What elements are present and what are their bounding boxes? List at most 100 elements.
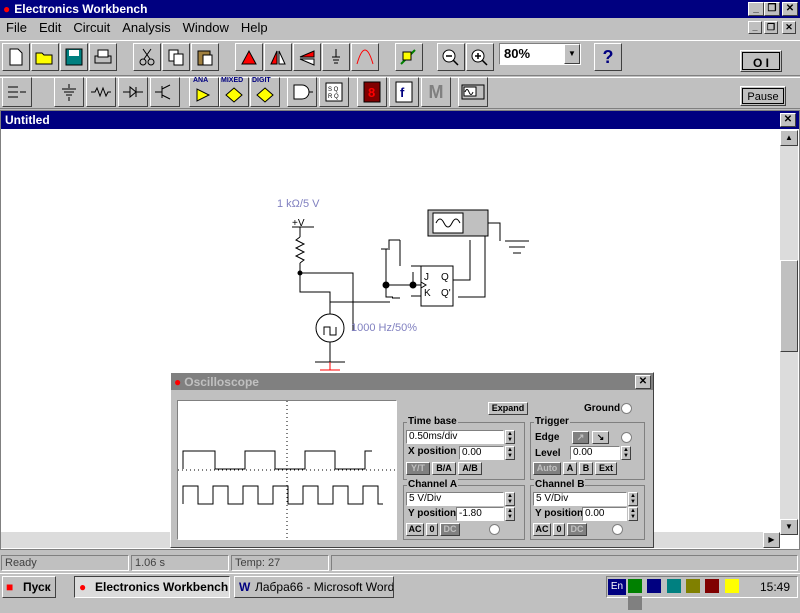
channel-a-scale-field[interactable]: 5 V/Div — [406, 492, 504, 506]
menu-window[interactable]: Window — [177, 18, 235, 38]
scroll-right-button[interactable]: ▶ — [763, 532, 780, 548]
menu-circuit[interactable]: Circuit — [67, 18, 116, 38]
scroll-down-button[interactable]: ▼ — [780, 519, 798, 535]
menu-edit[interactable]: Edit — [33, 18, 67, 38]
menu-file[interactable]: File — [0, 18, 33, 38]
channel-b-zero-button[interactable]: 0 — [553, 523, 565, 536]
flip-vertical-icon[interactable] — [293, 43, 321, 71]
ground-terminal-icon[interactable] — [621, 403, 632, 414]
zoom-in-icon[interactable] — [466, 43, 494, 71]
trigger-b-button[interactable]: B — [579, 462, 593, 475]
rising-edge-icon[interactable]: ↗ — [572, 431, 589, 444]
transistors-bin-icon[interactable] — [150, 77, 180, 107]
trigger-heading: Trigger — [534, 416, 570, 427]
mdi-close-button[interactable]: ✕ — [782, 21, 796, 34]
channel-a-dc-button[interactable]: DC — [440, 523, 460, 536]
time-base-stepper[interactable]: ▲ ▼ — [505, 430, 515, 444]
antivirus-icon[interactable] — [705, 579, 720, 593]
favorites-bin-icon[interactable] — [2, 77, 32, 107]
mdi-restore-button[interactable]: ❐ — [764, 21, 778, 34]
tray-app-icon[interactable] — [628, 596, 642, 610]
indicators-bin-icon[interactable]: 8 — [357, 77, 387, 107]
level-field[interactable]: 0.00 — [570, 446, 620, 460]
paste-clipboard-icon[interactable] — [191, 43, 219, 71]
controls-bin-icon[interactable]: f — [389, 77, 419, 107]
print-icon[interactable] — [89, 43, 117, 71]
pause-button[interactable]: Pause — [740, 86, 786, 106]
instruments-bin-icon[interactable] — [458, 77, 488, 107]
yt-button[interactable]: Y/T — [406, 462, 430, 475]
logic-gates-bin-icon[interactable] — [287, 77, 317, 107]
channel-b-dc-button[interactable]: DC — [567, 523, 587, 536]
trigger-a-button[interactable]: A — [563, 462, 577, 475]
language-indicator[interactable]: En — [608, 579, 626, 595]
ba-button[interactable]: B/A — [432, 462, 456, 475]
trigger-terminal-icon[interactable] — [621, 432, 632, 443]
analog-ics-bin-icon[interactable]: ANA — [189, 77, 219, 107]
zip-icon[interactable] — [628, 579, 642, 593]
circuit-window-close-button[interactable]: ✕ — [780, 113, 796, 127]
basic-bin-icon[interactable] — [86, 77, 116, 107]
flip-horizontal-icon[interactable] — [264, 43, 292, 71]
menu-analysis[interactable]: Analysis — [116, 18, 176, 38]
channel-a-terminal-icon[interactable] — [489, 524, 500, 535]
x-position-stepper[interactable]: ▲ ▼ — [505, 446, 515, 460]
channel-a-y-position-field[interactable]: -1.80 — [456, 507, 504, 521]
diodes-bin-icon[interactable] — [118, 77, 148, 107]
start-button[interactable]: ■ Пуск — [2, 576, 56, 598]
rotate-icon[interactable] — [235, 43, 263, 71]
power-switch[interactable]: O I — [740, 50, 782, 72]
open-folder-icon[interactable] — [31, 43, 59, 71]
time-base-field[interactable]: 0.50ms/div — [406, 430, 504, 444]
minimize-button[interactable]: _ — [748, 2, 764, 16]
help-icon[interactable]: ? — [594, 43, 622, 71]
volume-icon[interactable] — [686, 579, 701, 593]
scheduler-icon[interactable] — [724, 579, 739, 593]
new-file-icon[interactable] — [2, 43, 30, 71]
miscellaneous-bin-icon[interactable]: M — [421, 77, 451, 107]
oscilloscope-close-button[interactable]: ✕ — [635, 375, 651, 389]
close-button[interactable]: ✕ — [782, 2, 798, 16]
channel-b-scale-field[interactable]: 5 V/Div — [533, 492, 627, 506]
save-disk-icon[interactable] — [60, 43, 88, 71]
level-stepper[interactable]: ▲ ▼ — [621, 446, 631, 460]
task-word[interactable]: W Лабра66 - Microsoft Word — [234, 576, 394, 598]
digital-bin-icon[interactable]: S QR Q — [319, 77, 349, 107]
channel-a-zero-button[interactable]: 0 — [426, 523, 438, 536]
restore-button[interactable]: ❐ — [764, 2, 780, 16]
cut-scissors-icon[interactable] — [133, 43, 161, 71]
scroll-thumb[interactable] — [780, 260, 798, 352]
channel-a-y-position-stepper[interactable]: ▲ ▼ — [505, 507, 515, 521]
sources-bin-icon[interactable] — [54, 77, 84, 107]
expand-button[interactable]: Expand — [488, 402, 528, 415]
menu-help[interactable]: Help — [235, 18, 274, 38]
falling-edge-icon[interactable]: ↘ — [592, 431, 609, 444]
channel-a-scale-stepper[interactable]: ▲ ▼ — [505, 492, 515, 506]
mdi-minimize-button[interactable]: _ — [748, 21, 762, 34]
trigger-auto-button[interactable]: Auto — [533, 462, 561, 475]
ab-button[interactable]: A/B — [458, 462, 482, 475]
graphs-icon[interactable] — [395, 43, 423, 71]
x-position-field[interactable]: 0.00 — [459, 446, 504, 460]
channel-a-ac-button[interactable]: AC — [406, 523, 424, 536]
chevron-down-icon[interactable]: ▼ — [564, 44, 580, 64]
channel-b-ac-button[interactable]: AC — [533, 523, 551, 536]
channel-b-terminal-icon[interactable] — [612, 524, 623, 535]
scroll-up-button[interactable]: ▲ — [780, 130, 798, 146]
channel-b-y-position-stepper[interactable]: ▲ ▼ — [628, 507, 638, 521]
component-properties-icon[interactable] — [322, 43, 350, 71]
zoom-select[interactable]: 80% ▼ — [499, 43, 581, 65]
channel-b-y-position-field[interactable]: 0.00 — [582, 507, 627, 521]
zoom-out-icon[interactable] — [437, 43, 465, 71]
network-icon[interactable] — [647, 579, 662, 593]
create-subcircuit-icon[interactable] — [351, 43, 379, 71]
ground-symbol — [505, 240, 529, 254]
copy-icon[interactable] — [162, 43, 190, 71]
task-electronics-workbench[interactable]: ● Electronics Workbench — [74, 576, 230, 598]
trigger-ext-button[interactable]: Ext — [595, 462, 617, 475]
display-icon[interactable] — [666, 579, 681, 593]
mixed-ics-bin-icon[interactable]: MIXED — [219, 77, 249, 107]
digital-ics-bin-icon[interactable]: DIGIT — [250, 77, 280, 107]
channel-b-scale-stepper[interactable]: ▲ ▼ — [628, 492, 638, 506]
vertical-scrollbar[interactable]: ▲ ▼ — [780, 130, 798, 535]
